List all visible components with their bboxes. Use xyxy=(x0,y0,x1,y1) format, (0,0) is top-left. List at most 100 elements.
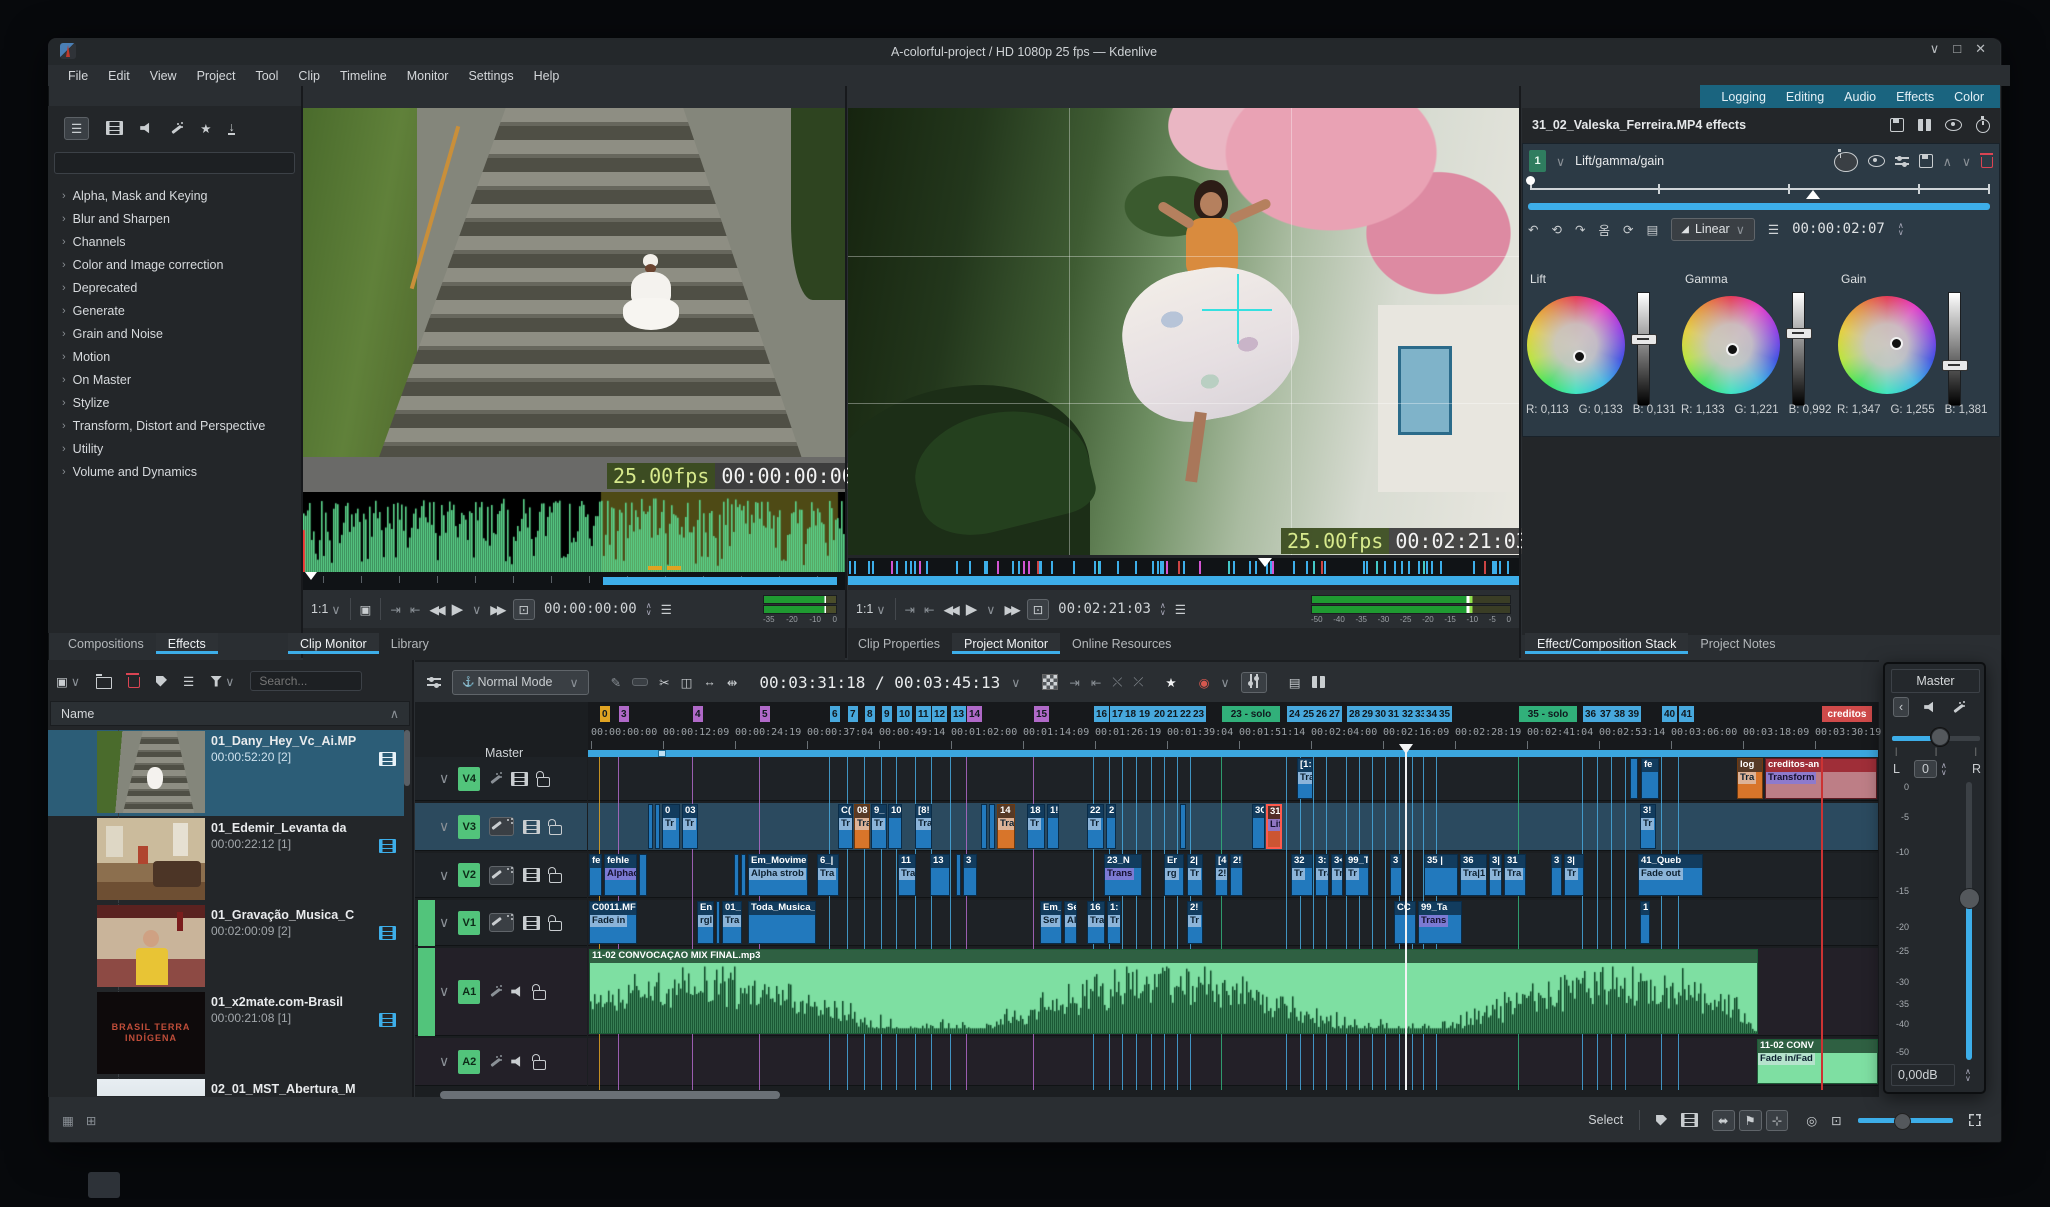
timeline-clip[interactable]: 36Tra|1 xyxy=(1460,854,1487,896)
workspace-tab-editing[interactable]: Editing xyxy=(1776,87,1834,107)
timeline-clip[interactable]: 31Tra xyxy=(1504,854,1526,896)
timeline-clip[interactable]: 08Tra xyxy=(854,804,870,849)
track-lane-a2[interactable] xyxy=(588,1038,1878,1086)
track-header-v2[interactable]: ∨V2 xyxy=(415,853,587,898)
add-keyframe-icon[interactable]: ⟲ xyxy=(1551,222,1561,237)
track-badge[interactable]: V1 xyxy=(458,911,480,935)
guide-chip[interactable]: 23 - solo xyxy=(1222,706,1280,722)
zone-mode-icon[interactable]: ⊡ xyxy=(513,599,535,620)
previous-keyframe-icon[interactable]: ↶ xyxy=(1528,222,1538,237)
show-effects-icon[interactable] xyxy=(1945,119,1962,131)
track-lock-icon[interactable] xyxy=(549,873,562,883)
slip-tool-icon[interactable]: ⇹ xyxy=(727,675,737,690)
guide-chip[interactable]: 37 xyxy=(1598,706,1613,722)
timeline-clip[interactable] xyxy=(1630,758,1638,799)
track-effects-icon[interactable] xyxy=(489,1055,502,1068)
wheel-cursor[interactable] xyxy=(1726,343,1739,356)
timeline-position-duration[interactable]: 00:03:31:18 / 00:03:45:13 xyxy=(759,673,1000,692)
track-thumbnails-icon[interactable] xyxy=(523,916,540,930)
timeline-settings-icon[interactable] xyxy=(427,676,441,688)
menu-settings[interactable]: Settings xyxy=(458,67,523,85)
set-zone-in-icon[interactable]: ⇥ xyxy=(390,602,400,617)
favorite-effects-icon[interactable]: ★ xyxy=(1165,675,1176,690)
mixer-toggle-button[interactable] xyxy=(1241,672,1267,693)
forward-icon[interactable]: ▶▶ xyxy=(490,602,503,617)
timeline-clip[interactable]: 0Tr xyxy=(662,804,680,849)
timeline-clip[interactable]: 3|Tr xyxy=(1564,854,1584,896)
timecode-spinner[interactable]: ∧∨ xyxy=(646,602,652,616)
workspace-tab-logging[interactable]: Logging xyxy=(1711,87,1776,107)
copy-keyframes-icon[interactable]: 옴 xyxy=(1598,220,1610,239)
track-effects-icon[interactable] xyxy=(489,772,502,785)
tab-effect-composition-stack[interactable]: Effect/Composition Stack xyxy=(1525,633,1688,654)
zone-mode-icon[interactable]: ◎ xyxy=(1806,1113,1817,1128)
play-icon[interactable]: ▶ xyxy=(966,600,978,618)
forward-icon[interactable]: ▶▶ xyxy=(1004,602,1017,617)
mixer-balance-knob[interactable] xyxy=(1931,728,1949,746)
effects-category[interactable]: ›Channels xyxy=(48,230,301,253)
timeline-clip[interactable]: fel xyxy=(589,854,602,896)
bin-view-menu-icon[interactable]: ☰ xyxy=(183,674,194,689)
guide-chip[interactable]: 15 xyxy=(1034,706,1049,722)
bin-item[interactable]: BRASIL TERRA INDÍGENA01_x2mate.com-Brasi… xyxy=(48,991,404,1077)
select-tool-button[interactable] xyxy=(632,678,648,686)
track-badge[interactable]: V4 xyxy=(458,767,480,791)
collapse-track-icon[interactable]: ∨ xyxy=(439,818,449,835)
move-effect-up-icon[interactable]: ∧ xyxy=(1943,154,1952,169)
titlebar[interactable]: A-colorful-project / HD 1080p 25 fps — K… xyxy=(48,38,2000,65)
effects-category[interactable]: ›Grain and Noise xyxy=(48,322,301,345)
fit-zoom-icon[interactable] xyxy=(1969,1114,1981,1126)
guide-chip[interactable]: 39 xyxy=(1626,706,1641,722)
timeline-clip[interactable]: SeAlp xyxy=(1064,901,1077,944)
track-audio-icon[interactable] xyxy=(511,1056,524,1068)
guide-chip[interactable]: 13 xyxy=(951,706,966,722)
timeline-hscrollbar[interactable] xyxy=(440,1091,780,1099)
timeline-clip[interactable] xyxy=(716,901,720,944)
video-effects-icon[interactable] xyxy=(106,121,123,135)
track-effects-icon[interactable] xyxy=(489,913,514,932)
track-effects-icon[interactable] xyxy=(489,817,514,836)
timeline-clip[interactable]: 3 xyxy=(1390,854,1402,896)
effects-search-input[interactable] xyxy=(54,152,295,174)
close-button[interactable]: ✕ xyxy=(1975,41,1986,57)
tag-icon[interactable] xyxy=(156,676,167,687)
apply-keyframes-icon[interactable]: ⟳ xyxy=(1623,222,1633,237)
effect-presets-icon[interactable] xyxy=(1895,155,1909,167)
status-thumbnails-icon[interactable] xyxy=(1681,1113,1698,1127)
guide-chip[interactable]: 9 xyxy=(882,706,892,722)
track-header-v1[interactable]: ∨V1 xyxy=(415,900,587,946)
tab-clip-properties[interactable]: Clip Properties xyxy=(846,633,952,654)
guide-chip[interactable]: 4 xyxy=(693,706,703,722)
guide-chip[interactable]: 27 xyxy=(1327,706,1342,722)
clip-monitor-ruler[interactable] xyxy=(303,572,845,590)
clip-monitor-menu-icon[interactable]: ☰ xyxy=(661,602,672,617)
track-lock-icon[interactable] xyxy=(549,921,562,931)
project-monitor-menu-icon[interactable]: ☰ xyxy=(1175,602,1186,617)
zone-mode-icon[interactable]: ⊡ xyxy=(1027,599,1049,620)
timeline-clip[interactable]: 14Tra xyxy=(997,804,1015,849)
guide-chip[interactable]: 7 xyxy=(848,706,858,722)
razor-all-tracks-icon[interactable]: ✎ xyxy=(611,675,621,690)
project-monitor-zoom-select[interactable]: 1:1 ∨ xyxy=(856,602,886,617)
timeline-clip[interactable] xyxy=(741,854,746,896)
set-zone-out-icon[interactable]: ⇤ xyxy=(924,602,934,617)
timeline-clip[interactable]: 10 xyxy=(888,804,902,849)
bin-item[interactable]: 01_Dany_Hey_Vc_Ai.MP00:00:52:20 [2] xyxy=(48,730,404,816)
bin-scrollbar[interactable] xyxy=(404,730,410,786)
edit-mode-select[interactable]: ⚓Normal Mode∨ xyxy=(452,670,589,695)
guide-chip[interactable]: 35 xyxy=(1437,706,1452,722)
guide-chip[interactable]: 16 xyxy=(1094,706,1109,722)
add-clip-button[interactable]: ▣∨ xyxy=(56,674,80,689)
track-effects-icon[interactable] xyxy=(489,866,514,885)
keyframe-timecode-spinner[interactable]: ∧∨ xyxy=(1898,222,1904,236)
tab-online-resources[interactable]: Online Resources xyxy=(1060,633,1183,654)
timeline-clip[interactable]: 2: xyxy=(1106,804,1116,849)
record-icon[interactable]: ◉ xyxy=(1199,675,1210,690)
track-lane-v3[interactable] xyxy=(588,803,1878,851)
guide-chip[interactable]: 41 xyxy=(1679,706,1694,722)
effect-index-badge[interactable]: 1 xyxy=(1529,150,1546,172)
rewind-icon[interactable]: ◀◀ xyxy=(429,602,442,617)
tab-project-monitor[interactable]: Project Monitor xyxy=(952,633,1060,654)
clip-monitor-video[interactable] xyxy=(303,108,845,492)
timeline-clip[interactable]: logTra xyxy=(1737,758,1763,799)
